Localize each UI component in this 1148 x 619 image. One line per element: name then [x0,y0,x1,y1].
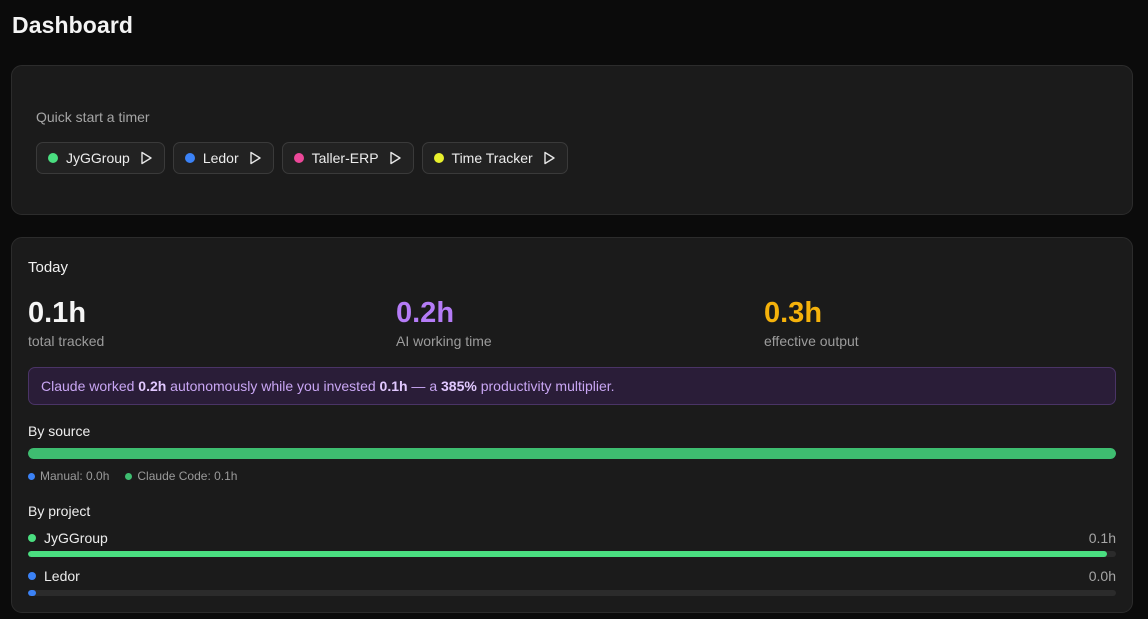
project-name: Ledor [44,568,80,584]
play-icon [248,151,262,165]
project-row-ledor: Ledor 0.0h [28,568,1116,584]
chip-label: JyGGroup [66,150,130,166]
legend-dot [28,472,35,480]
chip-label: Ledor [202,150,239,166]
project-hours: 0.1h [1088,530,1116,546]
project-bar-fill [28,590,36,596]
banner-text: productivity multiplier. [476,378,615,394]
play-icon [542,151,556,165]
banner-text: Claude worked [41,378,139,394]
legend-item-claude-code: Claude Code: 0.1h [125,469,237,483]
project-row-jyggroup: JyGGroup 0.1h [28,530,1116,546]
quick-start-card: Quick start a timer JyGGroup Ledor Talle… [11,65,1133,215]
quick-start-ledor-button[interactable]: Ledor [172,142,274,174]
chip-label: Time Tracker [451,150,533,166]
source-legend: Manual: 0.0h Claude Code: 0.1h [28,469,237,483]
stat-value: 0.1h [28,297,87,329]
banner-ai-hours: 0.2h [138,378,167,394]
project-color-dot [28,572,36,580]
stat-label: AI working time [396,333,492,349]
banner-multiplier: 385% [441,378,477,394]
stat-label: effective output [764,333,859,349]
project-color-dot [48,153,58,163]
quick-start-label: Quick start a timer [36,109,150,125]
banner-user-hours: 0.1h [379,378,408,394]
stat-ai-working-time: 0.2h AI working time [396,297,492,349]
project-hours: 0.0h [1088,568,1116,584]
project-color-dot [184,153,195,163]
by-source-title: By source [28,423,91,439]
legend-label: Claude Code: 0.1h [137,469,238,483]
today-card: Today 0.1h total tracked 0.2h AI working… [11,237,1133,613]
play-icon [139,151,153,165]
chip-label: Taller-ERP [311,150,379,166]
productivity-banner: Claude worked 0.2h autonomously while yo… [28,367,1116,405]
stat-value: 0.2h [396,297,455,329]
stat-label: total tracked [28,333,105,349]
project-bar-jyggroup [28,551,1116,557]
banner-text: autonomously while you invested [166,378,380,394]
play-icon [388,151,402,165]
project-color-dot [293,153,304,163]
by-project-title: By project [28,503,91,519]
stat-total-tracked: 0.1h total tracked [28,297,104,349]
project-color-dot [28,534,36,542]
project-bar-ledor [28,590,1116,596]
quick-start-time-tracker-button[interactable]: Time Tracker [421,142,568,174]
legend-label: Manual: 0.0h [40,469,110,483]
quick-start-chips: JyGGroup Ledor Taller-ERP Time Tracker [36,142,568,174]
stat-effective-output: 0.3h effective output [764,297,859,349]
project-bar-fill [28,551,1108,557]
source-bar-claude-code [28,448,1116,459]
project-color-dot [433,153,444,163]
banner-text: — a [407,378,442,394]
source-bar [28,448,1116,459]
quick-start-jyggroup-button[interactable]: JyGGroup [36,142,165,174]
today-title: Today [28,259,69,276]
stat-value: 0.3h [764,297,823,329]
page-title: Dashboard [12,12,134,38]
legend-dot [125,472,133,480]
dashboard-page: Dashboard Quick start a timer JyGGroup L… [0,0,1148,619]
legend-item-manual: Manual: 0.0h [28,469,109,483]
quick-start-taller-erp-button[interactable]: Taller-ERP [281,142,414,174]
project-name: JyGGroup [44,530,108,546]
